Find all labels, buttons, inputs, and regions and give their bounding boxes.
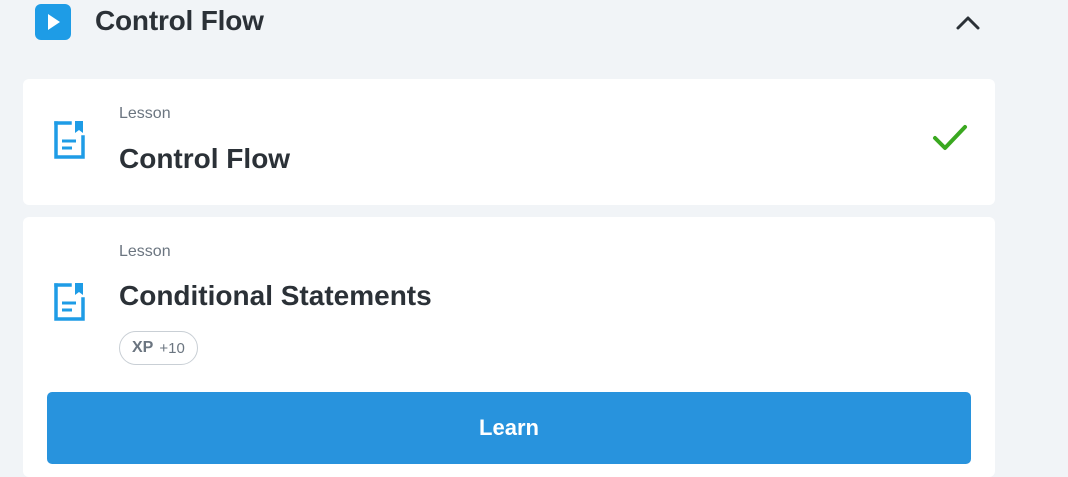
section-title: Control Flow xyxy=(95,5,264,36)
xp-badge: XP +10 xyxy=(119,331,198,365)
lesson-document-icon xyxy=(53,281,87,325)
lesson-title[interactable]: Conditional Statements xyxy=(119,279,432,313)
chevron-up-icon[interactable] xyxy=(950,6,986,38)
xp-label: XP xyxy=(132,339,154,356)
lesson-title[interactable]: Control Flow xyxy=(119,142,290,176)
checkmark-icon xyxy=(931,123,969,153)
section-header[interactable]: Control Flow xyxy=(0,0,1000,46)
lesson-document-icon xyxy=(53,119,87,163)
learn-button[interactable]: Learn xyxy=(47,392,971,464)
play-icon-graphic xyxy=(35,4,71,40)
lesson-kicker: Lesson xyxy=(119,105,171,122)
lesson-kicker: Lesson xyxy=(119,243,171,260)
lesson-card-conditional-statements[interactable]: Lesson Conditional Statements XP +10 Lea… xyxy=(23,217,995,477)
play-icon[interactable] xyxy=(35,4,71,40)
lesson-card-control-flow[interactable]: Lesson Control Flow xyxy=(23,79,995,205)
xp-value: +10 xyxy=(159,339,185,357)
